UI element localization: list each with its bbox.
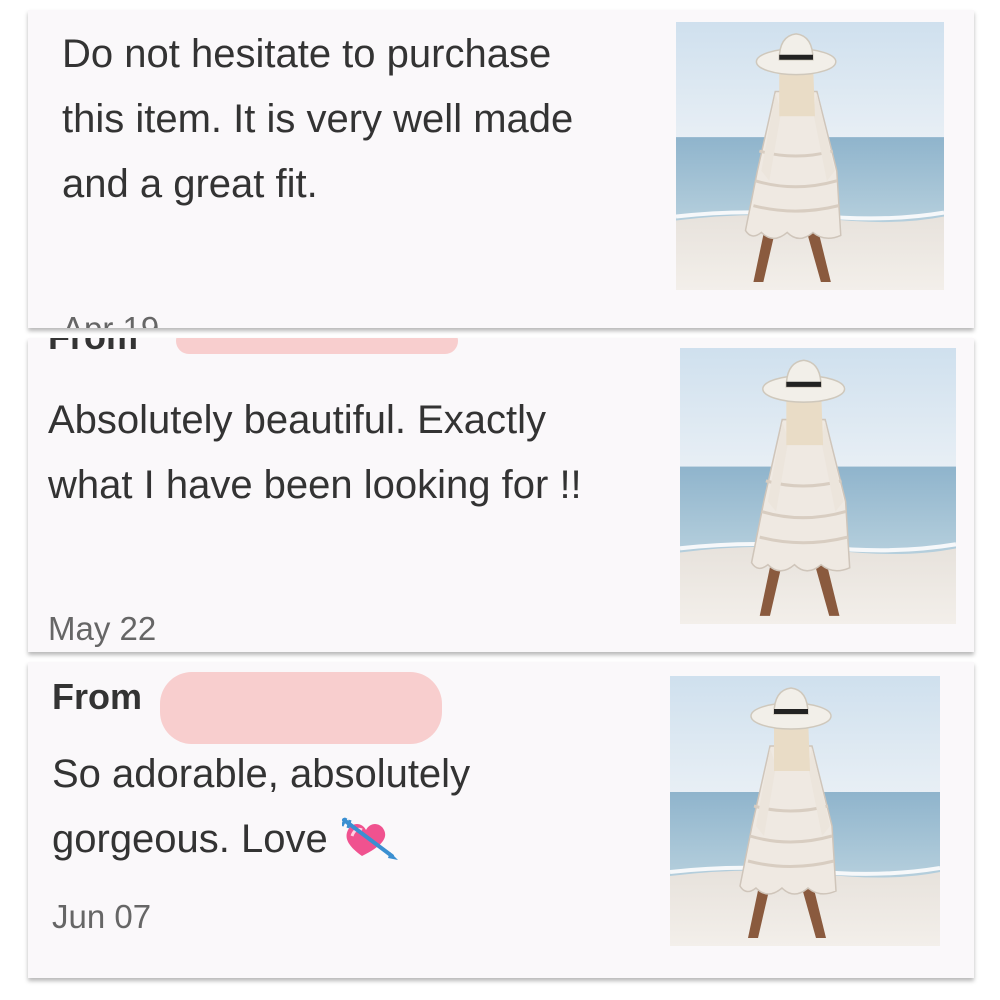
heart-with-arrow-icon — [340, 816, 400, 862]
review-card: From So adorable, absolutely gorgeous. L… — [28, 662, 974, 978]
redacted-name — [176, 338, 458, 354]
reviewer-from-label: From — [52, 676, 142, 717]
review-date: May 22 — [48, 610, 157, 647]
review-photo[interactable] — [670, 676, 940, 946]
redacted-name — [160, 672, 442, 744]
review-date: Apr 19 — [62, 310, 159, 328]
review-card: Do not hesitate to purchase this item. I… — [28, 10, 974, 328]
review-text-content: So adorable, absolutely gorgeous. Love — [52, 752, 471, 861]
review-text: Absolutely beautiful. Exactly what I hav… — [48, 398, 582, 507]
beach-dress-photo — [670, 676, 940, 946]
reviewer-from-label: From — [48, 338, 138, 358]
review-photo[interactable] — [676, 22, 944, 290]
beach-dress-photo — [676, 22, 944, 290]
review-text: So adorable, absolutely gorgeous. Love — [52, 742, 632, 872]
review-card: From Absolutely beautiful. Exactly what … — [28, 338, 974, 652]
review-date: Jun 07 — [52, 898, 152, 935]
review-photo[interactable] — [680, 348, 956, 624]
beach-dress-photo — [680, 348, 956, 624]
review-text: Do not hesitate to purchase this item. I… — [62, 32, 574, 206]
